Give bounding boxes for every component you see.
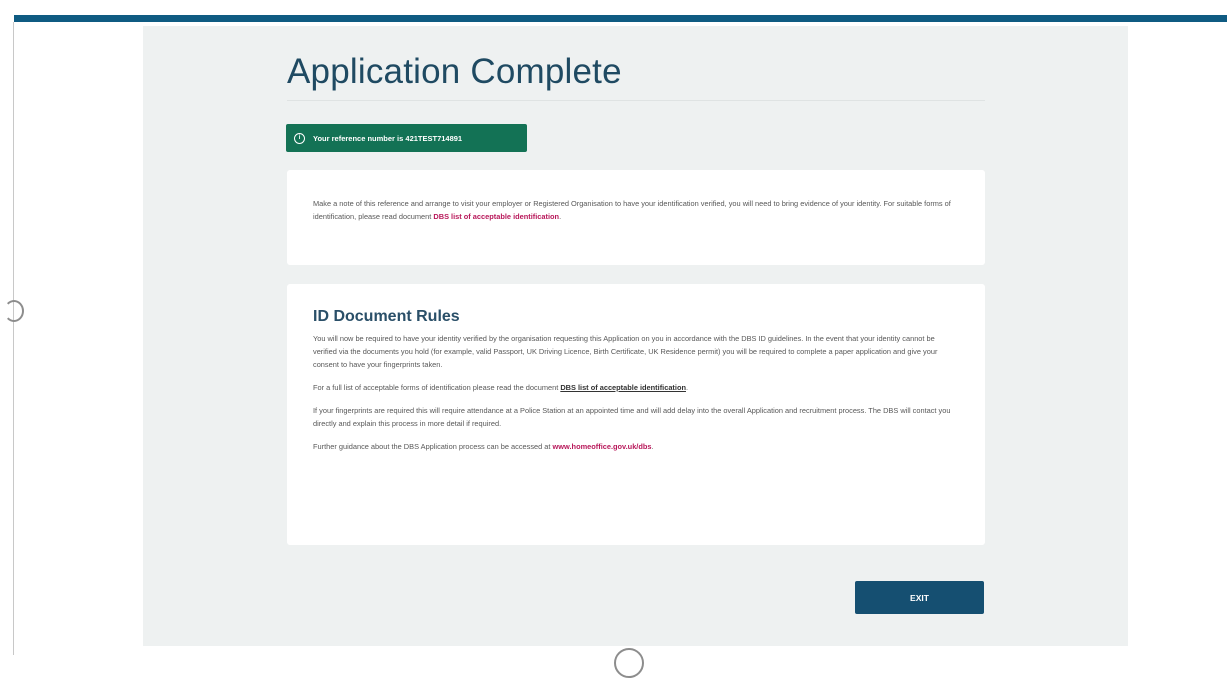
reference-note-text: Make a note of this reference and arrang… — [313, 197, 959, 223]
rules-paragraph-2: For a full list of acceptable forms of i… — [313, 381, 959, 394]
rules-paragraph-3: If your fingerprints are required this w… — [313, 406, 951, 428]
rules-paragraph-4-text: Further guidance about the DBS Applicati… — [313, 442, 553, 451]
homeoffice-link[interactable]: www.homeoffice.gov.uk/dbs — [553, 442, 652, 451]
id-rules-card: ID Document Rules You will now be requir… — [287, 284, 985, 545]
top-accent-bar — [14, 15, 1227, 22]
rules-paragraph-4-end: . — [651, 442, 654, 451]
title-divider — [287, 100, 985, 101]
rules-paragraph-1: You will now be required to have your id… — [313, 334, 938, 369]
note-text: Make a note of this reference and arrang… — [313, 199, 951, 221]
rules-paragraph-4: Further guidance about the DBS Applicati… — [313, 440, 959, 453]
note-text-end: . — [559, 212, 562, 221]
scroll-handle-icon[interactable] — [614, 648, 644, 678]
rules-paragraph-2-end: . — [685, 383, 689, 392]
reference-banner: i Your reference number is 421TEST714891 — [286, 124, 527, 152]
reference-text: Your reference number is 421TEST714891 — [313, 133, 463, 143]
page-title: Application Complete — [287, 52, 622, 91]
info-icon: i — [294, 132, 305, 144]
exit-button[interactable]: EXIT — [855, 581, 984, 614]
acceptable-id-link[interactable]: DBS list of acceptable identification — [433, 212, 559, 221]
left-divider — [13, 22, 14, 655]
acceptable-id-document-link[interactable]: DBS list of acceptable identification — [560, 383, 686, 392]
resize-handle-icon[interactable] — [4, 300, 24, 322]
id-rules-heading: ID Document Rules — [313, 308, 460, 325]
reference-note-card: Make a note of this reference and arrang… — [287, 170, 985, 265]
rules-paragraph-2-text: For a full list of acceptable forms of i… — [313, 383, 561, 392]
